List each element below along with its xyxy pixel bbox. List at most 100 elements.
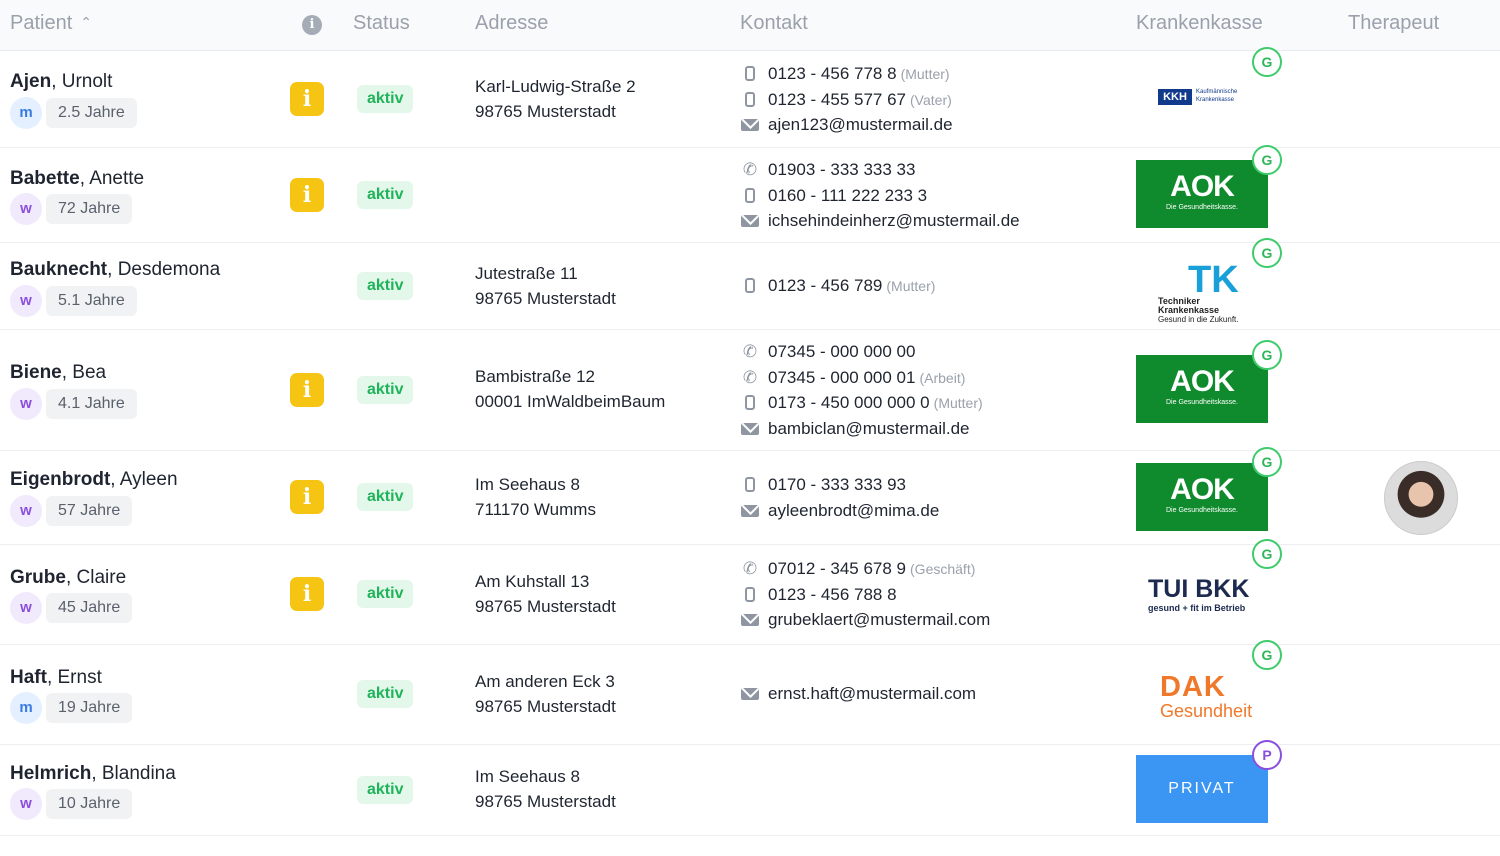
status-badge: aktiv — [357, 272, 414, 300]
age-badge: 2.5 Jahre — [46, 98, 137, 128]
table-row[interactable]: Haft, Ernst m 19 Jahre aktiv Am anderen … — [0, 640, 1500, 745]
column-header-krankenkasse[interactable]: Krankenkasse — [1136, 12, 1263, 35]
contact-list: 0170 - 333 333 93 ayleenbrodt@mima.de — [740, 472, 939, 523]
mail-icon — [741, 504, 759, 517]
phone-number[interactable]: 0123 - 456 789 — [768, 276, 882, 295]
patient-name[interactable]: Ajen, Urnolt — [10, 71, 112, 93]
status-badge: aktiv — [357, 776, 414, 804]
gender-badge: w — [10, 193, 42, 225]
mobile-icon — [745, 477, 755, 492]
address: Am Kuhstall 13 98765 Musterstadt — [475, 572, 616, 616]
contact-list: ✆ 07012 - 345 678 9 (Geschäft) 0123 - 456 … — [740, 556, 990, 633]
table-row[interactable]: Biene, Bea w 4.1 Jahre i aktiv Bambistra… — [0, 330, 1500, 451]
phone-number[interactable]: 0123 - 455 577 67 — [768, 90, 906, 109]
phone-number[interactable]: 01903 - 333 333 33 — [768, 160, 915, 179]
insurance-logo-kkh: KKH Kaufmännische Krankenkasse — [1136, 63, 1268, 131]
info-button[interactable]: i — [290, 373, 324, 407]
info-button[interactable]: i — [290, 480, 324, 514]
email-address[interactable]: grubeklaert@mustermail.com — [768, 610, 990, 629]
table-row[interactable]: Eigenbrodt, Ayleen w 57 Jahre i aktiv Im… — [0, 447, 1500, 545]
table-row[interactable]: Grube, Claire w 45 Jahre i aktiv Am Kuhs… — [0, 539, 1500, 645]
gender-badge: m — [10, 692, 42, 724]
address: Am anderen Eck 3 98765 Musterstadt — [475, 672, 616, 716]
mobile-icon — [745, 586, 755, 602]
age-badge: 5.1 Jahre — [46, 286, 137, 316]
contact-list: ernst.haft@mustermail.com — [740, 681, 976, 707]
phone-number[interactable]: 0170 - 333 333 93 — [768, 475, 906, 494]
info-button[interactable]: i — [290, 82, 324, 116]
insurance-type-badge: G — [1252, 238, 1282, 268]
patient-name[interactable]: Bauknecht, Desdemona — [10, 259, 220, 281]
mobile-icon — [745, 66, 755, 81]
insurance-type-badge: G — [1252, 145, 1282, 175]
status-badge: aktiv — [357, 85, 414, 113]
patient-name[interactable]: Helmrich, Blandina — [10, 763, 176, 785]
table-row[interactable]: Babette, Anette w 72 Jahre i aktiv ✆ 0190… — [0, 145, 1500, 243]
phone-number[interactable]: 0123 - 456 778 8 — [768, 64, 897, 83]
patient-name[interactable]: Biene, Bea — [10, 362, 106, 384]
age-badge: 4.1 Jahre — [46, 389, 137, 419]
info-button[interactable]: i — [290, 178, 324, 212]
insurance-logo-dak: DAK Gesundheit — [1160, 671, 1253, 721]
insurance-type-badge: G — [1252, 447, 1282, 477]
patient-name[interactable]: Grube, Claire — [10, 567, 126, 589]
insurance-logo-aok: AOK Die Gesundheitskasse. — [1136, 160, 1268, 228]
insurance-type-badge: G — [1252, 340, 1282, 370]
phone-icon: ✆ — [742, 160, 758, 179]
insurance-type-badge: G — [1252, 640, 1282, 670]
phone-icon: ✆ — [742, 367, 758, 387]
patient-name[interactable]: Eigenbrodt, Ayleen — [10, 469, 178, 491]
gender-badge: w — [10, 388, 42, 420]
column-header-kontakt[interactable]: Kontakt — [740, 12, 808, 35]
address: Jutestraße 11 98765 Musterstadt — [475, 264, 616, 308]
contact-list: 0123 - 456 778 8 (Mutter) 0123 - 455 577 … — [740, 61, 953, 138]
gender-badge: w — [10, 788, 42, 820]
phone-number[interactable]: 07345 - 000 000 00 — [768, 342, 915, 361]
table-row[interactable]: Bauknecht, Desdemona w 5.1 Jahre aktiv J… — [0, 238, 1500, 330]
patient-name[interactable]: Haft, Ernst — [10, 667, 102, 689]
phone-number[interactable]: 0123 - 456 788 8 — [768, 585, 897, 604]
age-badge: 57 Jahre — [46, 496, 133, 526]
table-row[interactable]: Helmrich, Blandina w 10 Jahre aktiv Im S… — [0, 740, 1500, 836]
therapist-avatar[interactable] — [1384, 461, 1458, 535]
gender-badge: w — [10, 285, 42, 317]
mail-icon — [741, 422, 759, 435]
patient-name[interactable]: Babette, Anette — [10, 168, 144, 190]
phone-number[interactable]: 0173 - 450 000 000 0 — [768, 393, 930, 412]
table-row[interactable]: Ajen, Urnolt m 2.5 Jahre i aktiv Karl-Lu… — [0, 47, 1500, 148]
table-header: Patient ⌃ i Status Adresse Kontakt Kranke… — [0, 0, 1500, 51]
info-icon: i — [302, 15, 322, 35]
insurance-logo-tk: TK Techniker Krankenkasse Gesund in die Zu… — [1158, 259, 1239, 324]
insurance-logo-aok: AOK Die Gesundheitskasse. — [1136, 463, 1268, 531]
email-address[interactable]: bambiclan@mustermail.de — [768, 419, 970, 438]
contact-list: ✆ 01903 - 333 333 33 0160 - 111 222 233 3… — [740, 157, 1020, 234]
email-address[interactable]: ajen123@mustermail.de — [768, 115, 953, 134]
insurance-logo-aok: AOK Die Gesundheitskasse. — [1136, 355, 1268, 423]
contact-list: ✆ 07345 - 000 000 00 ✆ 07345 - 000 000 01(… — [740, 339, 983, 441]
phone-number[interactable]: 07012 - 345 678 9 — [768, 559, 906, 578]
email-address[interactable]: ernst.haft@mustermail.com — [768, 684, 976, 703]
mobile-icon — [745, 187, 755, 203]
email-address[interactable]: ichsehindeinherz@mustermail.de — [768, 211, 1020, 230]
status-badge: aktiv — [357, 680, 414, 708]
phone-icon: ✆ — [742, 559, 758, 578]
column-header-status[interactable]: Status — [353, 12, 410, 35]
mobile-icon — [745, 395, 755, 410]
gender-badge: m — [10, 97, 42, 129]
insurance-type-badge: P — [1252, 740, 1282, 770]
address: Karl-Ludwig-Straße 2 98765 Musterstadt — [475, 77, 636, 121]
phone-number[interactable]: 0160 - 111 222 233 3 — [768, 186, 927, 205]
column-header-patient[interactable]: Patient ⌃ — [10, 12, 92, 35]
address: Im Seehaus 8 711170 Wumms — [475, 475, 596, 519]
insurance-logo-privat: PRIVAT — [1136, 755, 1268, 823]
age-badge: 10 Jahre — [46, 789, 133, 819]
column-header-therapeut[interactable]: Therapeut — [1348, 12, 1439, 35]
gender-badge: w — [10, 592, 42, 624]
status-badge: aktiv — [357, 483, 414, 511]
email-address[interactable]: ayleenbrodt@mima.de — [768, 501, 939, 520]
phone-number[interactable]: 07345 - 000 000 01 — [768, 368, 915, 387]
contact-list: 0123 - 456 789 (Mutter) — [740, 273, 935, 299]
column-header-adresse[interactable]: Adresse — [475, 12, 548, 35]
mail-icon — [741, 614, 759, 626]
info-button[interactable]: i — [290, 577, 324, 611]
